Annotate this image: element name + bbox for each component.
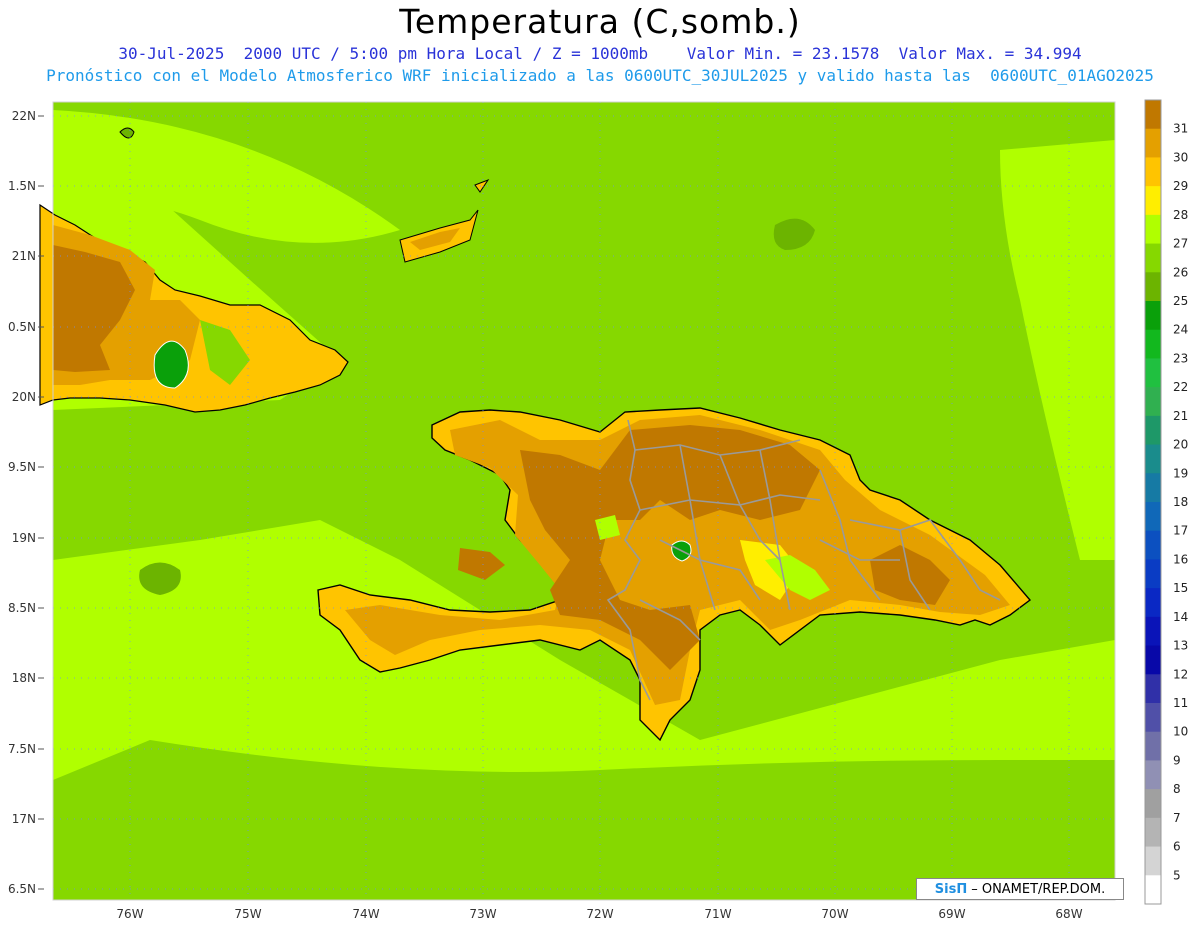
credit-box: SisΠ – ONAMET/REP.DOM. <box>916 878 1124 900</box>
colorbar-swatch <box>1145 616 1161 647</box>
colorbar-label: 7 <box>1173 811 1181 825</box>
colorbar-label: 14 <box>1173 610 1188 624</box>
colorbar-swatch <box>1145 760 1161 790</box>
lon-label: 70W <box>821 907 848 921</box>
colorbar-swatch <box>1145 674 1161 704</box>
colorbar-label: 25 <box>1173 294 1188 308</box>
colorbar-label: 13 <box>1173 639 1188 653</box>
colorbar-label: 19 <box>1173 466 1188 480</box>
colorbar-swatch <box>1145 473 1161 503</box>
lon-label: 74W <box>352 907 379 921</box>
colorbar-swatch <box>1145 272 1161 302</box>
lat-label: 20N <box>12 390 36 404</box>
colorbar-label: 8 <box>1173 782 1181 796</box>
lon-label: 71W <box>704 907 731 921</box>
lat-label: 7.5N <box>8 742 36 756</box>
colorbar: 31 30 29 28 27 26 25 24 23 22 21 20 19 18 17 16 15 14 13 12… <box>1144 99 1188 905</box>
colorbar-swatch <box>1145 387 1161 417</box>
colorbar-swatch <box>1145 444 1161 474</box>
lat-label: 18N <box>12 671 36 685</box>
colorbar-label: 10 <box>1173 725 1188 739</box>
colorbar-swatch <box>1145 530 1161 560</box>
colorbar-label: 6 <box>1173 840 1181 854</box>
colorbar-label: 31 <box>1173 122 1188 136</box>
lon-label: 76W <box>116 907 143 921</box>
temperature-map: 22N 1.5N 21N 0.5N 20N 9.5N 19N 8.5N 18N … <box>8 99 1188 921</box>
colorbar-label: 27 <box>1173 237 1188 251</box>
colorbar-label: 26 <box>1173 265 1188 279</box>
colorbar-swatch <box>1145 789 1161 819</box>
colorbar-swatch <box>1145 817 1161 848</box>
cuba-cool-zone <box>153 340 189 389</box>
brand-label: SisΠ <box>934 881 968 897</box>
colorbar-swatch <box>1145 358 1161 388</box>
colorbar-swatch <box>1145 875 1161 905</box>
org-label: – ONAMET/REP.DOM. <box>971 881 1106 897</box>
lat-label: 9.5N <box>8 460 36 474</box>
colorbar-swatch <box>1145 243 1161 273</box>
colorbar-label: 5 <box>1173 868 1181 882</box>
colorbar-swatch <box>1145 502 1161 532</box>
lat-label: 6.5N <box>8 882 36 896</box>
colorbar-label: 24 <box>1173 323 1188 337</box>
colorbar-swatch <box>1145 186 1161 216</box>
colorbar-swatch <box>1145 559 1161 589</box>
colorbar-swatch <box>1145 157 1161 187</box>
colorbar-label: 28 <box>1173 208 1188 222</box>
colorbar-label: 23 <box>1173 351 1188 365</box>
colorbar-swatch <box>1145 731 1161 761</box>
colorbar-label: 17 <box>1173 524 1188 538</box>
lon-label: 69W <box>938 907 965 921</box>
colorbar-label: 18 <box>1173 495 1188 509</box>
colorbar-label: 20 <box>1173 438 1188 452</box>
colorbar-swatch <box>1145 329 1161 359</box>
colorbar-label: 16 <box>1173 552 1188 566</box>
lon-label: 68W <box>1055 907 1082 921</box>
lon-label: 72W <box>586 907 613 921</box>
colorbar-label: 29 <box>1173 179 1188 193</box>
lat-label: 19N <box>12 531 36 545</box>
colorbar-label: 15 <box>1173 581 1188 595</box>
colorbar-label: 21 <box>1173 409 1188 423</box>
colorbar-swatch <box>1145 214 1161 245</box>
lat-label: 21N <box>12 249 36 263</box>
lon-label: 75W <box>234 907 261 921</box>
colorbar-swatch <box>1145 128 1161 158</box>
colorbar-label: 30 <box>1173 150 1188 164</box>
lat-label: 0.5N <box>8 320 36 334</box>
longitude-axis: 76W 75W 74W 73W 72W 71W 70W 69W 68W <box>116 907 1082 921</box>
colorbar-label: 12 <box>1173 667 1188 681</box>
colorbar-swatch <box>1145 100 1161 130</box>
colorbar-swatch <box>1145 846 1161 876</box>
colorbar-swatch <box>1145 703 1161 733</box>
colorbar-swatch <box>1145 301 1161 331</box>
colorbar-swatch <box>1145 588 1161 618</box>
lat-label: 17N <box>12 812 36 826</box>
colorbar-label: 22 <box>1173 380 1188 394</box>
colorbar-swatch <box>1145 645 1161 675</box>
latitude-axis: 22N 1.5N 21N 0.5N 20N 9.5N 19N 8.5N 18N … <box>8 109 36 896</box>
colorbar-label: 9 <box>1173 753 1181 767</box>
colorbar-swatch <box>1145 415 1161 446</box>
lon-label: 73W <box>469 907 496 921</box>
lat-label: 8.5N <box>8 601 36 615</box>
colorbar-label: 11 <box>1173 696 1188 710</box>
lat-label: 1.5N <box>8 179 36 193</box>
lat-label: 22N <box>12 109 36 123</box>
